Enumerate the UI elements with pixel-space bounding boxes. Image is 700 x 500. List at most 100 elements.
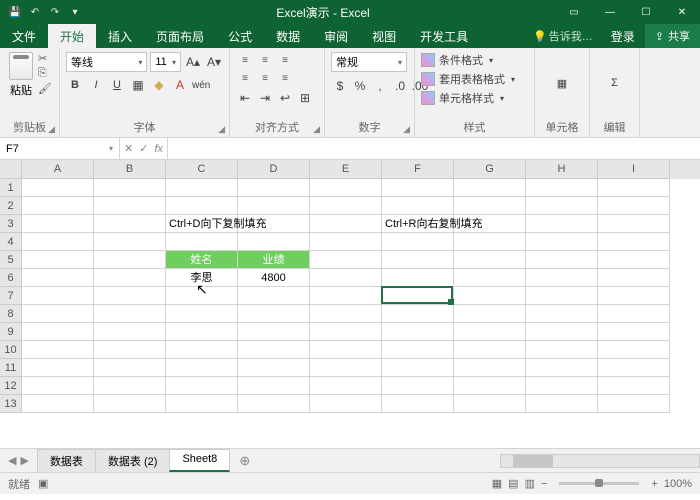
cell-E12[interactable] <box>310 377 382 395</box>
align-top-icon[interactable]: ≡ <box>236 52 254 68</box>
cell-A3[interactable] <box>22 215 94 233</box>
row-header[interactable]: 12 <box>0 377 22 395</box>
cell-E7[interactable] <box>310 287 382 305</box>
cell-H2[interactable] <box>526 197 598 215</box>
cell-I8[interactable] <box>598 305 670 323</box>
cell-A13[interactable] <box>22 395 94 413</box>
share-button[interactable]: ⇪共享 <box>645 24 700 48</box>
tell-me[interactable]: 💡告诉我… <box>525 28 601 44</box>
col-header[interactable]: I <box>598 160 670 179</box>
cell-E4[interactable] <box>310 233 382 251</box>
cell-G5[interactable] <box>454 251 526 269</box>
tab-view[interactable]: 视图 <box>360 24 408 48</box>
cell-G7[interactable] <box>454 287 526 305</box>
fx-button[interactable]: fx <box>154 143 163 155</box>
worksheet-grid[interactable]: ABCDEFGHI 12345678910111213 Ctrl+D向下复制填充… <box>0 160 700 448</box>
cell-A12[interactable] <box>22 377 94 395</box>
cell-I7[interactable] <box>598 287 670 305</box>
tab-insert[interactable]: 插入 <box>96 24 144 48</box>
cell-F7[interactable] <box>382 287 454 305</box>
row-header[interactable]: 13 <box>0 395 22 413</box>
name-box[interactable]: F7▾ <box>0 138 120 159</box>
increase-indent-icon[interactable]: ⇥ <box>256 88 274 108</box>
page-layout-view-icon[interactable]: ▤ <box>508 477 518 490</box>
minimize-icon[interactable]: — <box>592 0 628 24</box>
horizontal-scrollbar[interactable] <box>500 454 700 468</box>
cell-H12[interactable] <box>526 377 598 395</box>
cell-F9[interactable] <box>382 323 454 341</box>
cell-H11[interactable] <box>526 359 598 377</box>
cell-H5[interactable] <box>526 251 598 269</box>
cell-F1[interactable] <box>382 179 454 197</box>
redo-icon[interactable]: ↷ <box>48 5 62 19</box>
cell-D13[interactable] <box>238 395 310 413</box>
cell-C9[interactable] <box>166 323 238 341</box>
col-header[interactable]: E <box>310 160 382 179</box>
row-header[interactable]: 2 <box>0 197 22 215</box>
cell-B1[interactable] <box>94 179 166 197</box>
add-sheet-button[interactable]: ⊕ <box>229 453 260 469</box>
cell-I12[interactable] <box>598 377 670 395</box>
cell-B11[interactable] <box>94 359 166 377</box>
signin-button[interactable]: 登录 <box>601 28 645 45</box>
tab-pagelayout[interactable]: 页面布局 <box>144 24 216 48</box>
number-format-combo[interactable]: 常规▾ <box>331 52 407 72</box>
cell-C2[interactable] <box>166 197 238 215</box>
cell-A7[interactable] <box>22 287 94 305</box>
normal-view-icon[interactable]: ▦ <box>492 477 502 490</box>
paste-button[interactable]: 粘贴 <box>6 52 36 98</box>
row-header[interactable]: 5 <box>0 251 22 269</box>
row-header[interactable]: 10 <box>0 341 22 359</box>
cell-E1[interactable] <box>310 179 382 197</box>
cell-C8[interactable] <box>166 305 238 323</box>
cell-I13[interactable] <box>598 395 670 413</box>
phonetic-button[interactable]: wén <box>192 75 210 95</box>
cell-G10[interactable] <box>454 341 526 359</box>
cell-B2[interactable] <box>94 197 166 215</box>
cell-styles-button[interactable]: 单元格样式▾ <box>421 90 528 106</box>
cell-A8[interactable] <box>22 305 94 323</box>
cell-B6[interactable] <box>94 269 166 287</box>
decrease-indent-icon[interactable]: ⇤ <box>236 88 254 108</box>
cell-F4[interactable] <box>382 233 454 251</box>
cell-H7[interactable] <box>526 287 598 305</box>
close-icon[interactable]: ✕ <box>664 0 700 24</box>
undo-icon[interactable]: ↶ <box>28 5 42 19</box>
cells-area[interactable]: Ctrl+D向下复制填充Ctrl+R向右复制填充姓名业绩李思4800 <box>22 179 700 448</box>
cell-E3[interactable] <box>310 215 382 233</box>
cell-I3[interactable] <box>598 215 670 233</box>
cell-G13[interactable] <box>454 395 526 413</box>
row-header[interactable]: 11 <box>0 359 22 377</box>
cell-F5[interactable] <box>382 251 454 269</box>
underline-button[interactable]: U <box>108 75 126 95</box>
col-header[interactable]: G <box>454 160 526 179</box>
cell-B4[interactable] <box>94 233 166 251</box>
ribbon-options-icon[interactable]: ▭ <box>556 0 592 24</box>
decrease-font-icon[interactable]: A▾ <box>205 52 223 72</box>
col-header[interactable]: D <box>238 160 310 179</box>
zoom-level[interactable]: 100% <box>664 478 692 490</box>
cell-I10[interactable] <box>598 341 670 359</box>
cell-A4[interactable] <box>22 233 94 251</box>
cell-F3[interactable]: Ctrl+R向右复制填充 <box>382 215 454 233</box>
currency-button[interactable]: $ <box>331 76 349 96</box>
cell-H4[interactable] <box>526 233 598 251</box>
cell-B12[interactable] <box>94 377 166 395</box>
cell-E2[interactable] <box>310 197 382 215</box>
cell-H8[interactable] <box>526 305 598 323</box>
zoom-in-button[interactable]: + <box>651 478 657 490</box>
cell-D5[interactable]: 业绩 <box>238 251 310 269</box>
cell-A11[interactable] <box>22 359 94 377</box>
cell-G6[interactable] <box>454 269 526 287</box>
fill-color-button[interactable]: ◆ <box>150 75 168 95</box>
tab-developer[interactable]: 开发工具 <box>408 24 480 48</box>
launcher-icon[interactable]: ◢ <box>218 124 225 135</box>
save-icon[interactable]: 💾 <box>8 5 22 19</box>
macro-record-icon[interactable]: ▣ <box>38 477 48 490</box>
align-right-icon[interactable]: ≡ <box>276 70 294 86</box>
tab-data[interactable]: 数据 <box>264 24 312 48</box>
format-painter-icon[interactable]: 🖌 <box>38 82 52 95</box>
col-header[interactable]: F <box>382 160 454 179</box>
cell-I6[interactable] <box>598 269 670 287</box>
align-center-icon[interactable]: ≡ <box>256 70 274 86</box>
